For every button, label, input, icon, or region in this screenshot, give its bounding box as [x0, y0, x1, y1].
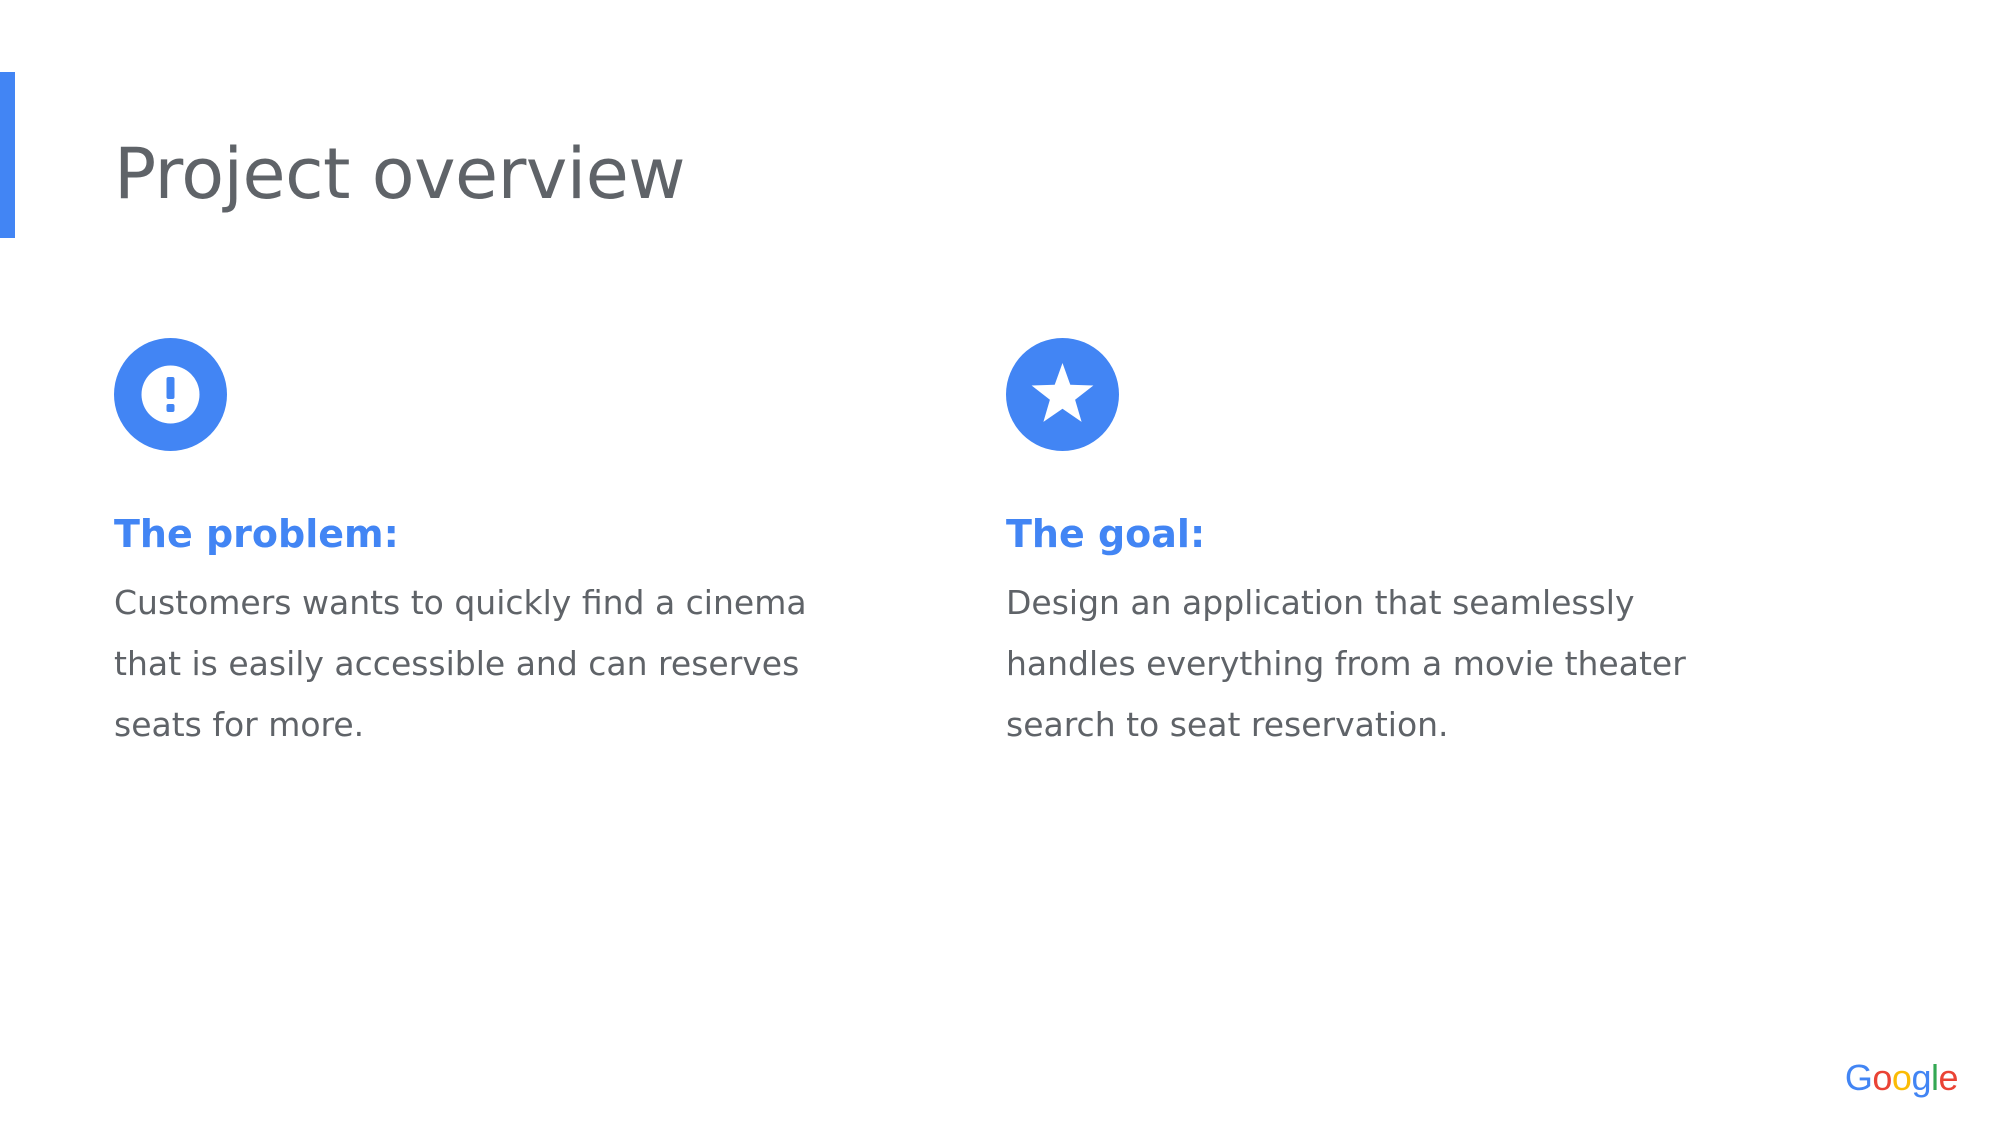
star-circle-icon [1006, 338, 1119, 451]
logo-letter: o [1872, 1057, 1892, 1098]
page-title: Project overview [114, 133, 686, 215]
goal-card: The goal: Design an application that sea… [1006, 338, 1766, 744]
problem-card: The problem: Customers wants to quickly … [114, 338, 874, 744]
accent-bar [0, 72, 15, 238]
star-glyph [1031, 363, 1094, 422]
exclamation-glyph [141, 365, 200, 424]
logo-letter: g [1911, 1057, 1931, 1098]
logo-letter: o [1891, 1057, 1912, 1098]
google-logo: Google [1844, 1057, 1959, 1099]
logo-letter: e [1938, 1057, 1958, 1098]
problem-heading: The problem: [114, 512, 399, 556]
goal-description: Design an application that seamlessly ha… [1006, 583, 1686, 744]
problem-description: Customers wants to quickly find a cinema… [114, 583, 807, 744]
goal-heading: The goal: [1006, 512, 1206, 556]
logo-letter: G [1844, 1057, 1873, 1098]
exclamation-circle-icon [114, 338, 227, 451]
logo-letter: l [1930, 1057, 1939, 1098]
